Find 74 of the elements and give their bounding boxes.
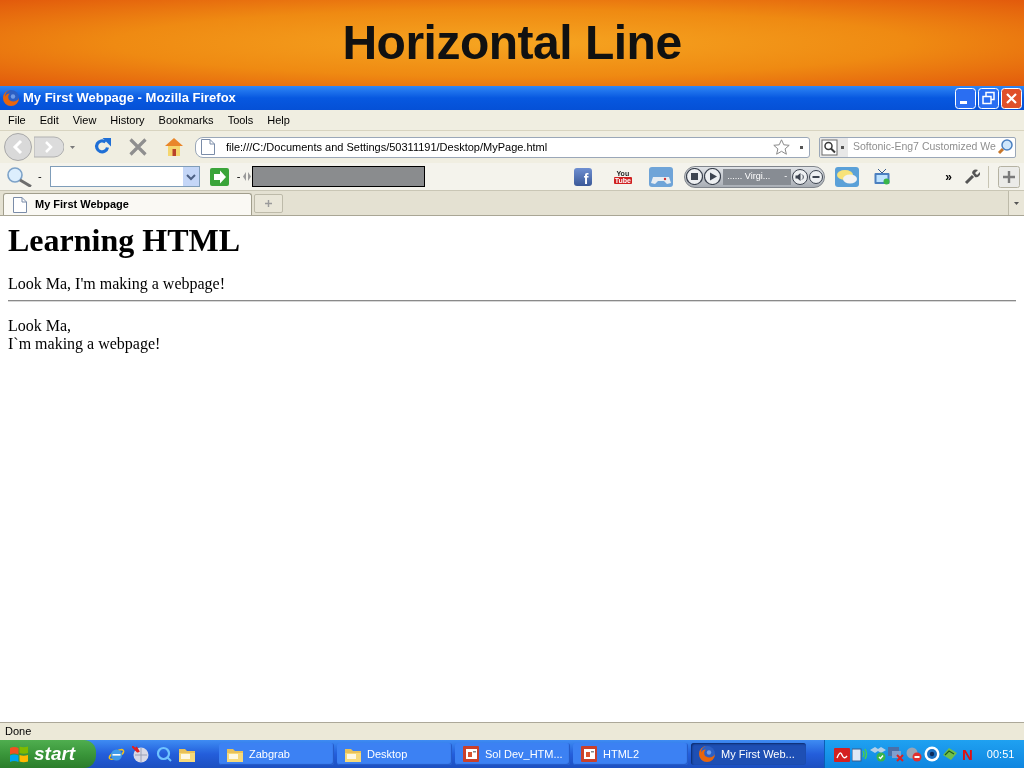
clock-time: 00:51 (986, 746, 1015, 762)
wireless-icon[interactable] (852, 746, 868, 762)
taskbar-button[interactable]: Sol Dev_HTM... (455, 743, 570, 765)
tab[interactable]: My First Webpage (3, 193, 252, 215)
menu-item[interactable]: Tools (227, 111, 254, 129)
speaker-icon[interactable] (792, 168, 809, 185)
address-field[interactable]: file:///C:/Documents and Settings/50311191/Desktop/MyPage.html (195, 136, 810, 158)
plus-icon[interactable] (998, 165, 1020, 188)
combo-field[interactable] (49, 166, 200, 187)
check-badge-icon[interactable] (870, 746, 886, 762)
address-text: file:///C:/Documents and Settings/50311191/Desktop/MyPage.html (226, 139, 548, 155)
new-tab-button[interactable] (254, 194, 283, 213)
minus-badge-icon[interactable] (906, 746, 922, 762)
social-logo[interactable]: f (574, 167, 593, 186)
slides-icon (463, 746, 479, 762)
chat-icon[interactable] (835, 166, 860, 187)
windows-logo-icon (10, 745, 28, 763)
play-icon[interactable] (704, 168, 722, 185)
station-name: ...... Virgi... (727, 169, 771, 183)
restore-icon[interactable] (978, 87, 999, 109)
wave-icon[interactable] (834, 746, 850, 762)
close-icon[interactable] (1001, 87, 1022, 109)
plus-icon (265, 200, 272, 207)
caret-icon[interactable] (70, 145, 75, 149)
page-paragraph: Look Ma, I`m making a webpage! (8, 317, 162, 353)
separator-mark: - (236, 169, 241, 185)
menu-item[interactable]: Bookmarks (158, 111, 214, 129)
stop-icon[interactable] (686, 168, 704, 185)
separator-mark: - (784, 169, 788, 183)
start-button[interactable]: start (0, 740, 96, 768)
slide-title: Horizontal Line (342, 19, 682, 67)
minus-icon[interactable] (809, 169, 824, 184)
browser-logo-icon (699, 746, 715, 762)
home-icon[interactable] (165, 138, 183, 156)
page-heading: Learning HTML (8, 222, 241, 259)
search-icon[interactable] (6, 166, 32, 187)
menu-item[interactable]: File (8, 111, 26, 129)
menu-item[interactable]: History (110, 111, 145, 129)
dropdown-icon[interactable] (182, 167, 199, 186)
folder-icon (227, 746, 243, 762)
grip-icon[interactable] (243, 172, 252, 181)
eye-icon[interactable] (924, 746, 940, 762)
star-icon[interactable] (773, 139, 790, 155)
page-paragraph: Look Ma, I'm making a webpage! (8, 275, 227, 293)
minimize-icon[interactable] (955, 87, 976, 109)
globe-icon[interactable] (132, 745, 149, 763)
taskbar-button[interactable]: My First Web... (691, 743, 806, 765)
separator-mark: - (38, 169, 42, 185)
wrench-icon[interactable] (964, 168, 980, 185)
tv-icon[interactable] (874, 168, 891, 185)
window-title: My First Webpage - Mozilla Firefox (23, 89, 236, 108)
taskbar-button[interactable]: Desktop (337, 743, 452, 765)
folder-icon (345, 746, 361, 762)
search-icon[interactable] (156, 746, 172, 762)
reload-icon[interactable] (93, 138, 111, 156)
search-engine-icon[interactable] (820, 137, 848, 157)
search-icon[interactable] (997, 139, 1013, 155)
menu-item[interactable]: Edit (39, 111, 59, 129)
folder-icon[interactable] (179, 746, 195, 762)
taskbar-button[interactable]: HTML2 (573, 743, 688, 765)
tab-list-button[interactable] (1008, 191, 1024, 215)
browser-logo-icon (3, 90, 19, 106)
page-icon (201, 139, 215, 155)
caret-icon (1014, 201, 1019, 205)
overflow-button[interactable]: » (945, 170, 952, 183)
gamepad-icon[interactable] (649, 166, 674, 187)
back-icon[interactable] (4, 133, 34, 161)
search-field[interactable]: Softonic-Eng7 Customized We (819, 136, 1016, 158)
menu-item[interactable]: Help (267, 111, 290, 129)
slides-icon (581, 746, 597, 762)
menu-item[interactable]: View (72, 111, 97, 129)
taskbar-button[interactable]: Zabgrab (219, 743, 334, 765)
status-text: Done (5, 724, 32, 740)
page-icon (13, 196, 27, 213)
